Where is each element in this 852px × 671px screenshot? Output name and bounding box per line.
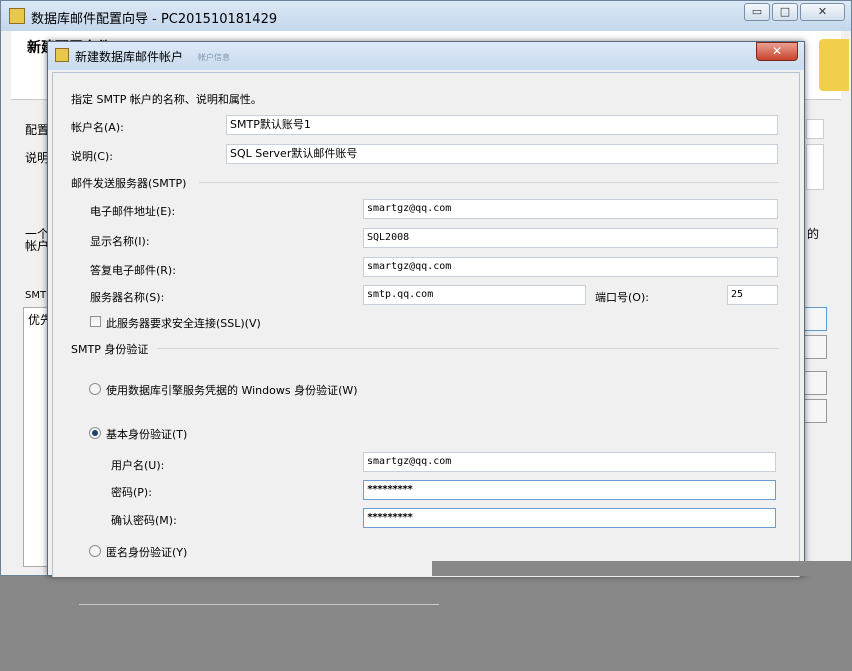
new-account-dialog: 新建数据库邮件帐户 帐户信息 ✕ 指定 SMTP 帐户的名称、说明和属性。 帐户…: [47, 41, 805, 605]
anonymous-auth-label: 匿名身份验证(Y): [106, 546, 188, 559]
display-name-input[interactable]: SQL2008: [363, 228, 778, 248]
email-input[interactable]: smartgz@qq.com: [363, 199, 778, 219]
wizard-banner-icon: [819, 39, 849, 91]
confirm-password-input[interactable]: *********: [363, 508, 776, 528]
email-label: 电子邮件地址(E):: [90, 205, 176, 218]
anonymous-auth-radio[interactable]: [89, 545, 101, 557]
description-input[interactable]: SQL Server默认邮件账号: [226, 144, 778, 164]
maximize-button[interactable]: □: [772, 3, 798, 21]
server-name-label: 服务器名称(S):: [90, 291, 165, 304]
windows-auth-radio[interactable]: [89, 383, 101, 395]
reply-email-label: 答复电子邮件(R):: [90, 264, 176, 277]
display-name-label: 显示名称(I):: [90, 235, 150, 248]
auth-group-label: SMTP 身份验证: [71, 343, 149, 356]
dialog-title: 新建数据库邮件帐户: [75, 50, 184, 64]
port-label: 端口号(O):: [595, 291, 649, 304]
parent-text-fragment: 帐户: [25, 239, 50, 253]
basic-auth-label: 基本身份验证(T): [106, 428, 188, 441]
minimize-button[interactable]: ▭: [744, 3, 770, 21]
description-label: 说明(C):: [71, 150, 113, 163]
intro-text: 指定 SMTP 帐户的名称、说明和属性。: [71, 93, 262, 106]
reply-email-input[interactable]: smartgz@qq.com: [363, 257, 778, 277]
port-input[interactable]: 25: [727, 285, 778, 305]
dialog-close-button[interactable]: ✕: [756, 42, 798, 61]
ssl-checkbox[interactable]: [90, 316, 101, 327]
password-input[interactable]: *********: [363, 480, 776, 500]
dialog-ghost-text: 帐户信息: [198, 53, 230, 62]
confirm-password-label: 确认密码(M):: [111, 514, 177, 527]
ssl-label: 此服务器要求安全连接(SSL)(V): [106, 317, 261, 330]
dialog-body: 指定 SMTP 帐户的名称、说明和属性。 帐户名(A): SMTP默认账号1 说…: [52, 72, 800, 605]
smtp-group-divider: [199, 182, 779, 183]
account-name-input[interactable]: SMTP默认账号1: [226, 115, 778, 135]
parent-close-button[interactable]: ✕: [800, 3, 845, 21]
account-name-label: 帐户名(A):: [71, 121, 124, 134]
parent-title-bar[interactable]: 数据库邮件配置向导 - PC201510181429 ▭ □ ✕: [1, 1, 851, 31]
username-input[interactable]: smartgz@qq.com: [363, 452, 776, 472]
parent-profile-label: 配置: [25, 123, 50, 137]
dialog-icon: [55, 48, 69, 62]
parent-desc-input[interactable]: [806, 144, 824, 190]
basic-auth-radio[interactable]: [89, 427, 101, 439]
parent-text-fragment: 的: [807, 227, 820, 241]
password-label: 密码(P):: [111, 486, 152, 499]
parent-profile-input[interactable]: [806, 119, 824, 139]
windows-auth-label: 使用数据库引擎服务凭据的 Windows 身份验证(W): [106, 384, 358, 397]
parent-title: 数据库邮件配置向导 - PC201510181429: [31, 12, 278, 27]
parent-desc-label: 说明: [25, 151, 50, 165]
auth-group-divider: [157, 348, 779, 349]
dialog-title-bar[interactable]: 新建数据库邮件帐户 帐户信息 ✕: [48, 42, 804, 70]
server-name-input[interactable]: smtp.qq.com: [363, 285, 586, 305]
scroll-fragment: [79, 604, 439, 605]
smtp-group-label: 邮件发送服务器(SMTP): [71, 177, 187, 190]
app-icon: [9, 8, 25, 24]
gray-overlay: [432, 561, 852, 576]
username-label: 用户名(U):: [111, 459, 165, 472]
